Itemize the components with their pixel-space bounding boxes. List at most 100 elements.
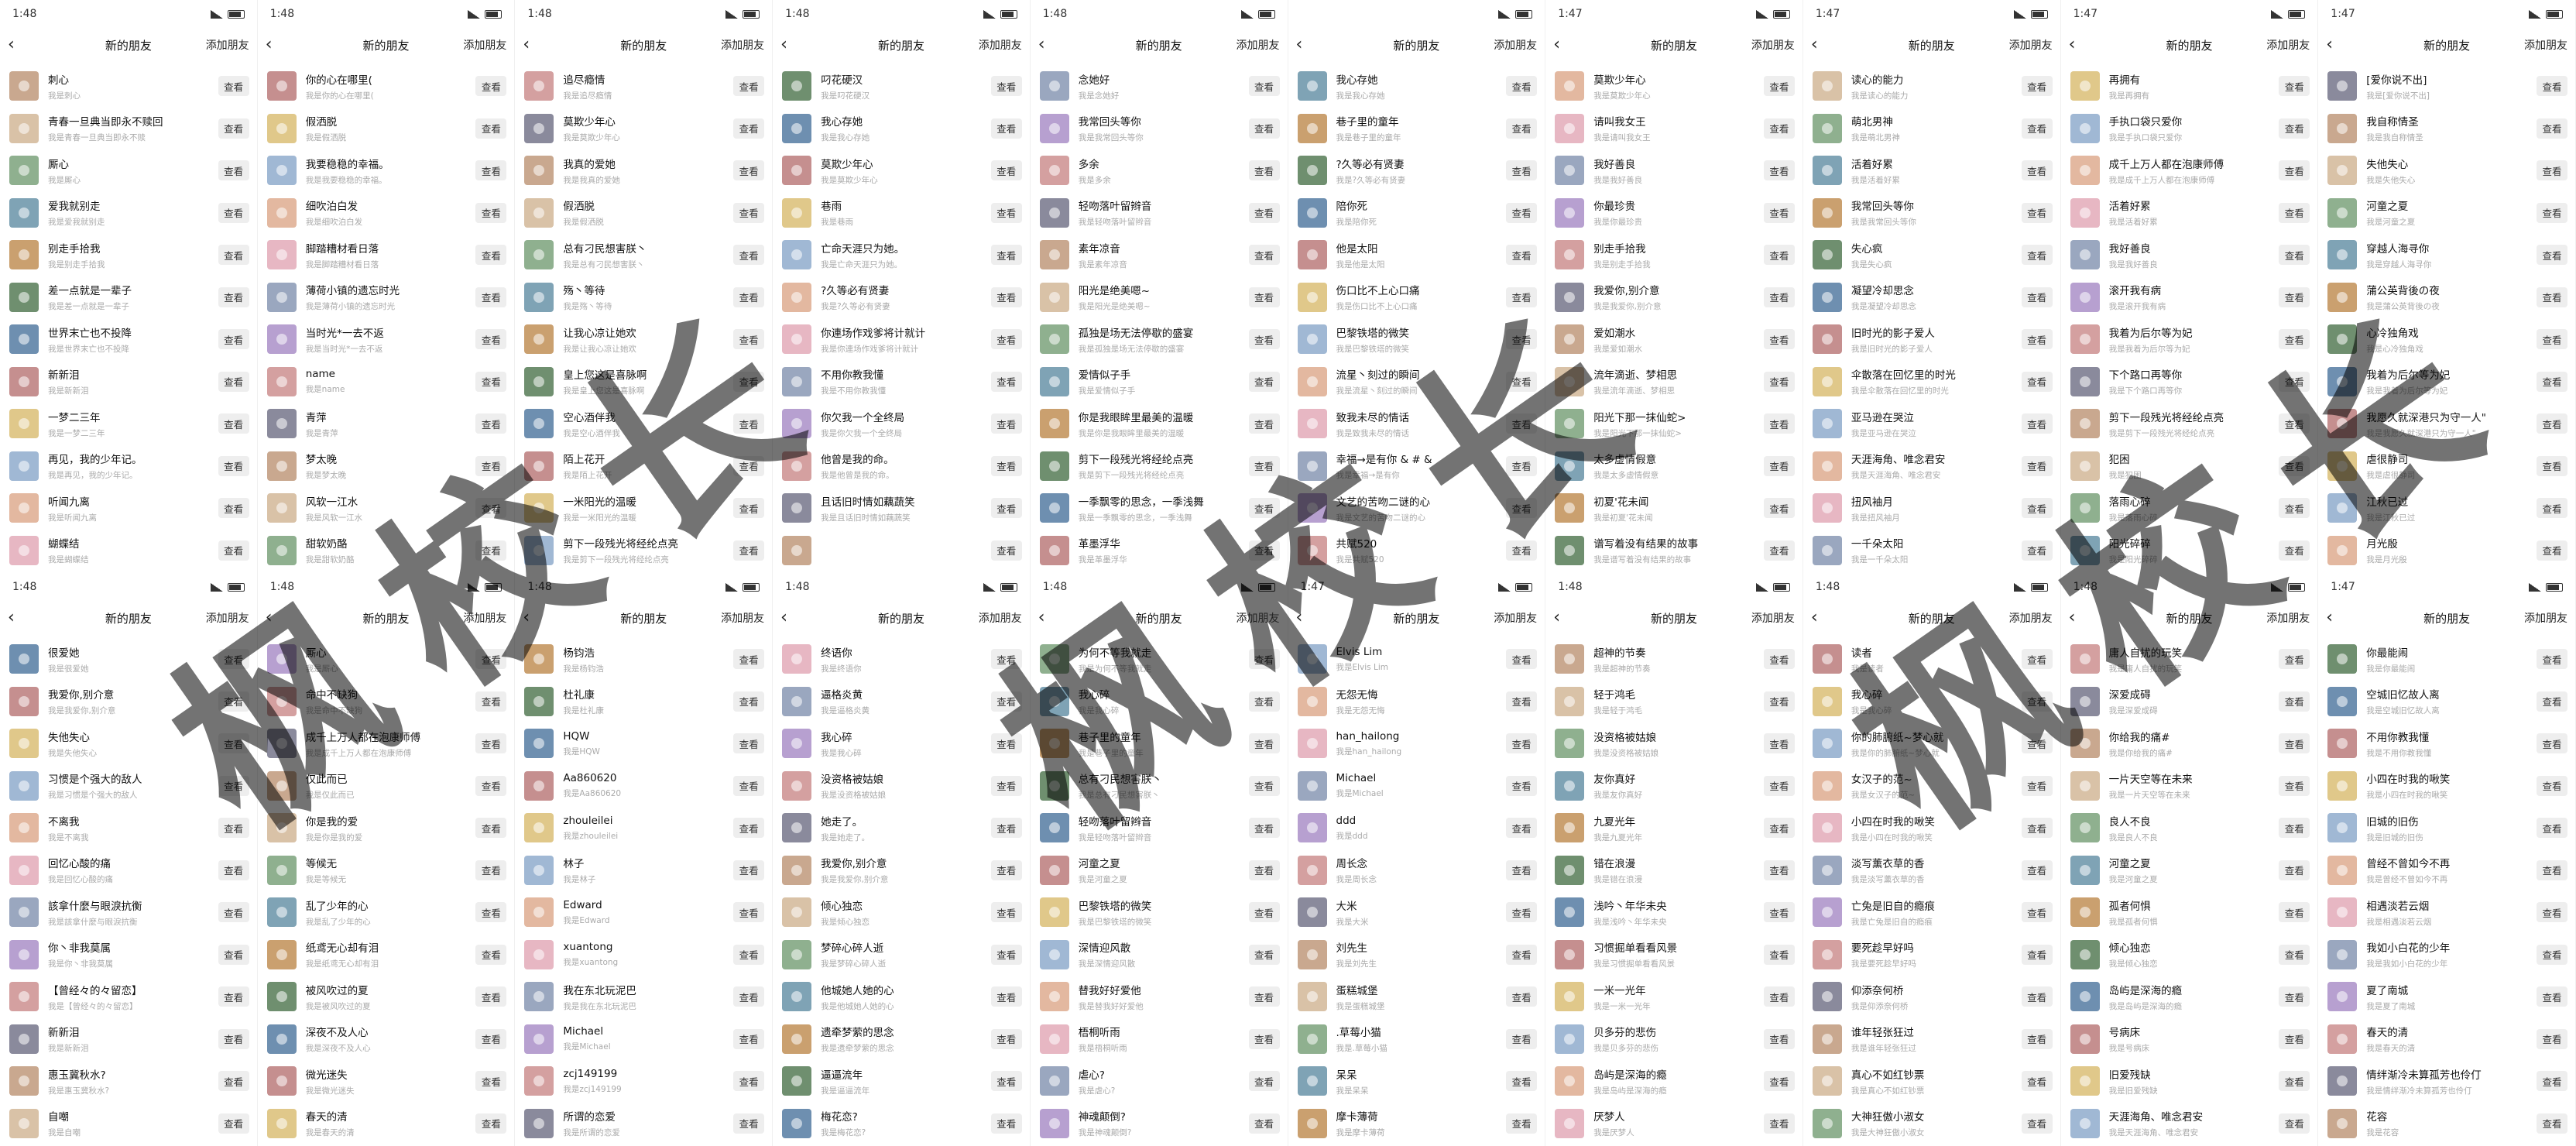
friend-row[interactable]: 我好善良 我是我好善良 查看 xyxy=(2061,234,2318,276)
view-button[interactable]: 查看 xyxy=(2279,986,2310,1007)
view-button[interactable]: 查看 xyxy=(218,286,249,307)
view-button[interactable]: 查看 xyxy=(733,540,765,561)
view-button[interactable]: 查看 xyxy=(1506,202,1538,223)
friend-row[interactable]: [爱你说不出] 我是[爱你说不出] 查看 xyxy=(2318,65,2575,108)
view-button[interactable]: 查看 xyxy=(218,860,249,880)
view-button[interactable]: 查看 xyxy=(1763,986,1795,1007)
friend-row[interactable]: 江秋已过 我是江秋已过 查看 xyxy=(2318,487,2575,530)
friend-row[interactable]: name 我是name 查看 xyxy=(258,361,515,403)
view-button[interactable]: 查看 xyxy=(1506,540,1538,561)
view-button[interactable]: 查看 xyxy=(2537,413,2567,434)
view-button[interactable]: 查看 xyxy=(1763,775,1795,796)
back-arrow-icon[interactable]: ‹ xyxy=(1811,609,1830,626)
view-button[interactable]: 查看 xyxy=(1248,1071,1280,1092)
friend-row[interactable]: Michael 我是Michael 查看 xyxy=(1288,765,1545,808)
friend-row[interactable]: 别走手拾我 我是别走手拾我 查看 xyxy=(1545,234,1803,276)
view-button[interactable]: 查看 xyxy=(990,76,1022,97)
add-friend-button[interactable]: 添加朋友 xyxy=(463,37,506,53)
friend-row[interactable]: 且话旧时情如藕蔬笑 我是且话旧时情如藕蔬笑 查看 xyxy=(773,487,1030,530)
view-button[interactable]: 查看 xyxy=(1763,160,1795,181)
friend-row[interactable]: 习惯是个强大的敌人 我是习惯是个强大的敌人 查看 xyxy=(0,765,257,808)
friend-row[interactable]: 惠玉冀秋水? 我是惠玉冀秋水? 查看 xyxy=(0,1060,257,1103)
view-button[interactable]: 查看 xyxy=(990,371,1022,392)
view-button[interactable]: 查看 xyxy=(218,76,249,97)
friend-row[interactable]: 我心碎 我是我心碎 查看 xyxy=(1803,681,2060,723)
view-button[interactable]: 查看 xyxy=(1506,286,1538,307)
view-button[interactable]: 查看 xyxy=(1763,413,1795,434)
add-friend-button[interactable]: 添加朋友 xyxy=(2009,610,2053,626)
view-button[interactable]: 查看 xyxy=(1248,455,1280,476)
friend-row[interactable]: Aa860620 我是Aa860620 查看 xyxy=(515,765,772,808)
add-friend-button[interactable]: 添加朋友 xyxy=(206,37,249,53)
friend-row[interactable]: 陌上花开 我是陌上花开 查看 xyxy=(515,445,772,488)
view-button[interactable]: 查看 xyxy=(475,1113,507,1134)
view-button[interactable]: 查看 xyxy=(990,455,1022,476)
friend-row[interactable]: 追尽瘾情 我是追尽瘾情 查看 xyxy=(515,65,772,108)
view-button[interactable]: 查看 xyxy=(733,1113,765,1134)
view-button[interactable]: 查看 xyxy=(2279,649,2310,670)
friend-row[interactable]: 失心疯 我是失心疯 查看 xyxy=(1803,234,2060,276)
add-friend-button[interactable]: 添加朋友 xyxy=(2009,37,2053,53)
friend-row[interactable]: 叼花硬汉 我是叼花硬汉 查看 xyxy=(773,65,1030,108)
friend-row[interactable]: 相遇淡若云烟 我是相遇淡若云烟 查看 xyxy=(2318,891,2575,934)
friend-row[interactable]: 伞散落在回忆里的时光 我是伞散落在回忆里的时光 查看 xyxy=(1803,361,2060,403)
friend-row[interactable]: 剪下一段残光将经纶点亮 我是剪下一段残光将经纶点亮 查看 xyxy=(1031,445,1288,488)
friend-row[interactable]: 成千上万人都在泡康师傅 我是成千上万人都在泡康师傅 查看 xyxy=(2061,149,2318,192)
friend-row[interactable]: 爱如潮水 我是爱如潮水 查看 xyxy=(1545,318,1803,361)
friend-row[interactable]: 被风吹过的夏 我是被风吹过的夏 查看 xyxy=(258,976,515,1018)
view-button[interactable]: 查看 xyxy=(475,733,507,754)
friend-row[interactable]: 我心存她 我是我心存她 查看 xyxy=(1288,65,1545,108)
friend-row[interactable]: 夏了南城 我是夏了南城 查看 xyxy=(2318,976,2575,1018)
friend-row[interactable]: Edward 我是Edward 查看 xyxy=(515,891,772,934)
add-friend-button[interactable]: 添加朋友 xyxy=(979,37,1022,53)
view-button[interactable]: 查看 xyxy=(1506,371,1538,392)
view-button[interactable]: 查看 xyxy=(1506,1028,1538,1049)
friend-row[interactable]: 自嘲 我是自嘲 查看 xyxy=(0,1103,257,1145)
view-button[interactable]: 查看 xyxy=(218,329,249,350)
view-button[interactable]: 查看 xyxy=(1248,818,1280,839)
view-button[interactable]: 查看 xyxy=(1763,860,1795,880)
view-button[interactable]: 查看 xyxy=(733,986,765,1007)
view-button[interactable]: 查看 xyxy=(2537,902,2567,923)
friend-row[interactable]: 大米 我是大米 查看 xyxy=(1288,891,1545,934)
friend-row[interactable]: 世界末亡也不投降 我是世界末亡也不投降 查看 xyxy=(0,318,257,361)
view-button[interactable]: 查看 xyxy=(218,944,249,965)
friend-row[interactable]: 凝望冷却思念 我是凝望冷却思念 查看 xyxy=(1803,276,2060,319)
view-button[interactable]: 查看 xyxy=(2021,540,2053,561)
back-arrow-icon[interactable]: ‹ xyxy=(523,609,541,626)
friend-row[interactable]: 岛屿是深海的瘾 我是岛屿是深海的瘾 查看 xyxy=(2061,976,2318,1018)
view-button[interactable]: 查看 xyxy=(990,160,1022,181)
view-button[interactable]: 查看 xyxy=(1506,733,1538,754)
friend-row[interactable]: 我心碎 我是我心碎 查看 xyxy=(773,722,1030,765)
view-button[interactable]: 查看 xyxy=(2537,649,2567,670)
view-button[interactable]: 查看 xyxy=(2021,1071,2053,1092)
view-button[interactable]: 查看 xyxy=(733,1071,765,1092)
friend-row[interactable]: 新新泪 我是新新泪 查看 xyxy=(0,361,257,403)
friend-row[interactable]: 活着好累 我是活着好累 查看 xyxy=(1803,149,2060,192)
friend-row[interactable]: 情绊渐冷未算孤芳也伶仃 我是情绊渐冷未算孤芳也伶仃 查看 xyxy=(2318,1060,2575,1103)
view-button[interactable]: 查看 xyxy=(1248,286,1280,307)
friend-row[interactable]: 天涯海角、唯念君安 我是天涯海角、唯念君安 查看 xyxy=(2061,1103,2318,1145)
view-button[interactable]: 查看 xyxy=(1248,371,1280,392)
view-button[interactable]: 查看 xyxy=(218,649,249,670)
friend-row[interactable]: 殇丶等待 我是殇丶等待 查看 xyxy=(515,276,772,319)
view-button[interactable]: 查看 xyxy=(1763,818,1795,839)
view-button[interactable]: 查看 xyxy=(2537,202,2567,223)
view-button[interactable]: 查看 xyxy=(475,413,507,434)
friend-row[interactable]: 失他失心 我是失他失心 查看 xyxy=(0,722,257,765)
view-button[interactable]: 查看 xyxy=(475,775,507,796)
friend-row[interactable]: 号病床 我是号病床 查看 xyxy=(2061,1018,2318,1061)
view-button[interactable]: 查看 xyxy=(475,540,507,561)
friend-row[interactable]: 虐很静司 我是虐很静司 查看 xyxy=(2318,445,2575,488)
friend-row[interactable]: 我愿久就深港只为守一人" 我是我愿久就深港只为守一人" 查看 xyxy=(2318,403,2575,445)
friend-row[interactable]: 【曾经々的々留恋】 我是【曾经々的々留恋】 查看 xyxy=(0,976,257,1018)
view-button[interactable]: 查看 xyxy=(1763,649,1795,670)
friend-row[interactable]: 我爱你,别介意 我是我爱你,别介意 查看 xyxy=(773,849,1030,892)
friend-row[interactable]: 摩卡薄荷 我是摩卡薄荷 查看 xyxy=(1288,1103,1545,1145)
view-button[interactable]: 查看 xyxy=(2021,160,2053,181)
friend-row[interactable]: 我爱你,别介意 我是我爱你,别介意 查看 xyxy=(0,681,257,723)
back-arrow-icon[interactable]: ‹ xyxy=(1553,36,1572,53)
view-button[interactable]: 查看 xyxy=(2021,76,2053,97)
view-button[interactable]: 查看 xyxy=(1763,1028,1795,1049)
view-button[interactable]: 查看 xyxy=(2279,540,2310,561)
